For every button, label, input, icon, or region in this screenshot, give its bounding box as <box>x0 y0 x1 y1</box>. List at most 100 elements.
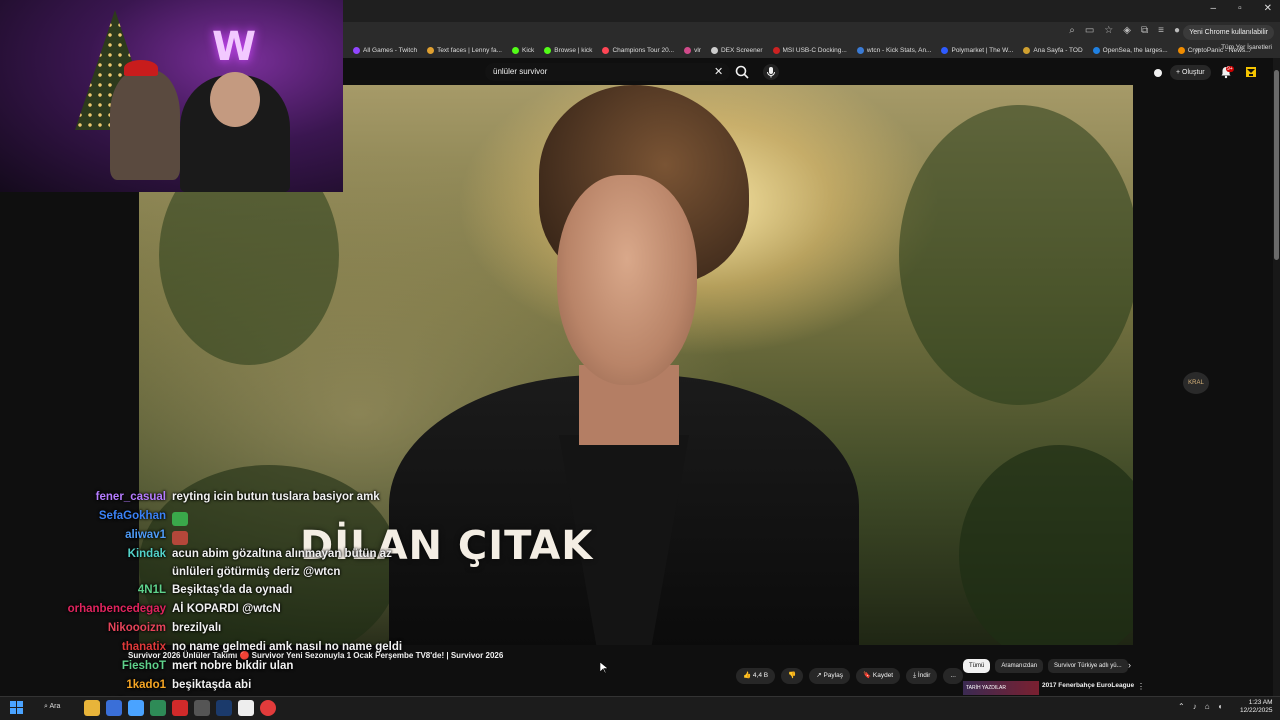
bookmark-item[interactable]: MSI USB-C Docking... <box>772 46 847 54</box>
chevron-right-icon[interactable]: › <box>1128 660 1131 670</box>
tray-chevron-icon[interactable]: ⌃ <box>1178 702 1185 711</box>
zoom-icon[interactable]: ⌕ <box>1069 25 1075 36</box>
chat-message: FieshoT mert nobre bıkdir ulan <box>0 660 600 678</box>
taskbar-app-icon[interactable] <box>106 700 122 716</box>
chat-message: orhanbencedegay Aİ KOPARDI @wtcN <box>0 603 600 621</box>
bookmark-favicon-icon <box>511 46 519 54</box>
side-badge-icon[interactable]: KRAL <box>1183 372 1209 394</box>
mic-icon[interactable] <box>763 64 779 80</box>
taskbar-app-icon[interactable] <box>260 700 276 716</box>
channel-avatar-icon[interactable] <box>1245 66 1257 78</box>
bookmark-favicon-icon <box>427 46 435 54</box>
profile-avatar-icon[interactable]: ● <box>1174 25 1180 36</box>
chat-username[interactable]: orhanbencedegay <box>0 603 166 615</box>
chat-username[interactable]: aliwav1 <box>0 529 166 541</box>
bookmark-item[interactable]: OpenSea, the larges... <box>1092 46 1168 54</box>
bookmark-label: Browse | kick <box>554 46 593 54</box>
taskbar-app-icon[interactable] <box>150 700 166 716</box>
neon-logo: W <box>212 24 257 70</box>
extension-icon[interactable]: ◈ <box>1123 25 1131 36</box>
bookmark-item[interactable]: DEX Screener <box>710 46 763 54</box>
chat-username[interactable]: thanatix <box>0 641 166 653</box>
download-button[interactable]: ⤓ İndir <box>906 668 938 684</box>
bookmark-label: Ana Sayfa - TOD <box>1033 46 1083 54</box>
chat-message: aliwav1 <box>0 529 600 547</box>
star-icon[interactable]: ☆ <box>1104 25 1113 36</box>
cast-icon[interactable]: ▭ <box>1085 25 1094 36</box>
minimize-icon[interactable]: – <box>1211 3 1217 14</box>
bookmark-label: DEX Screener <box>720 46 763 54</box>
network-icon[interactable]: ⌂ <box>1205 702 1210 711</box>
like-button[interactable]: 👍 4,4 B <box>736 668 776 684</box>
cast-lock-icon[interactable] <box>1152 67 1164 79</box>
chrome-update-button[interactable]: Yeni Chrome kullanılabilir <box>1183 25 1274 40</box>
bookmark-item[interactable]: wtcn - Kick Stats, An... <box>856 46 931 54</box>
bookmark-item[interactable]: All Games - Twitch <box>353 46 417 54</box>
chat-message: thanatix no name gelmedi amk nasıl no nam… <box>0 641 600 659</box>
scrollbar-thumb[interactable] <box>1274 70 1279 260</box>
bookmark-label: Champions Tour 20... <box>612 46 675 54</box>
bookmark-item[interactable]: Kick <box>511 46 535 54</box>
create-label: Oluştur <box>1182 69 1205 76</box>
extensions-puzzle-icon[interactable]: ⧉ <box>1141 25 1148 36</box>
recommendation-thumbnail[interactable]: TARİH YAZDILAR <box>963 681 1039 695</box>
bookmark-favicon-icon <box>602 46 610 54</box>
chat-username[interactable]: FieshoT <box>0 660 166 672</box>
file-explorer-icon[interactable] <box>84 700 100 716</box>
system-tray: ⌃ ♪ ⌂ ◖ <box>1178 702 1222 711</box>
taskbar-app-icon[interactable] <box>238 700 254 716</box>
streamer-head <box>210 72 260 127</box>
recommendation-title[interactable]: 2017 Fenerbahçe EuroLeague <box>1042 682 1134 689</box>
chat-username[interactable]: 1kado1 <box>0 679 166 691</box>
close-icon[interactable]: ✕ <box>1264 3 1272 14</box>
chat-username[interactable]: Nikoooizm <box>0 622 166 634</box>
taskbar-app-icon[interactable] <box>172 700 188 716</box>
save-button[interactable]: 🔖 Kaydet <box>855 668 901 684</box>
chat-text: ünlüleri götürmüş deriz @wtcn <box>172 566 341 578</box>
search-icon[interactable] <box>734 64 750 80</box>
taskbar-app-icon[interactable] <box>194 700 210 716</box>
mic-tray-icon[interactable]: ♪ <box>1193 702 1197 711</box>
bookmarks-overflow-icon[interactable]: » <box>1196 45 1200 54</box>
bookmark-label: MSI USB-C Docking... <box>782 46 847 54</box>
bookmark-item[interactable]: Champions Tour 20... <box>602 46 675 54</box>
filter-chip[interactable]: Survivor Türkiye adlı yü... <box>1048 659 1128 673</box>
chat-username[interactable]: SefaGokhan <box>0 510 166 522</box>
foliage <box>899 105 1133 405</box>
chat-username[interactable]: 4N1L <box>0 584 166 596</box>
bookmark-favicon-icon <box>684 46 692 54</box>
search-query[interactable]: ünlüler survivor <box>493 67 547 76</box>
more-actions-button[interactable]: ... <box>943 668 963 684</box>
taskbar-search[interactable]: ⌕ Ara <box>44 703 60 711</box>
bookmark-item[interactable]: Browse | kick <box>544 46 593 54</box>
filter-chip[interactable]: Tümü <box>963 659 991 673</box>
bookmark-item[interactable]: Ana Sayfa - TOD <box>1023 46 1083 54</box>
bookmark-label: vlr <box>694 46 701 54</box>
create-button[interactable]: + Oluştur <box>1170 65 1211 80</box>
recommendation-menu-icon[interactable]: ⋮ <box>1137 682 1145 691</box>
like-count: 4,4 B <box>752 672 769 679</box>
taskbar-clock[interactable]: 1:23 AM 12/22/2025 <box>1240 699 1273 715</box>
bookmark-label: Kick <box>521 46 535 54</box>
bookmark-item[interactable]: Text faces | Lenny fa... <box>427 46 502 54</box>
chat-text: beşiktaşda abi <box>172 679 252 691</box>
steam-icon[interactable] <box>216 700 232 716</box>
taskbar-app-icon[interactable] <box>128 700 144 716</box>
bookmarks-bar: All Games - Twitch Text faces | Lenny fa.… <box>343 42 1280 58</box>
bookmark-item[interactable]: vlr <box>684 46 701 54</box>
maximize-icon[interactable]: ▫ <box>1238 3 1242 14</box>
share-button[interactable]: ↗ Paylaş <box>809 668 850 684</box>
volume-icon[interactable]: ◖ <box>1218 702 1223 711</box>
chat-message: 4N1L Beşiktaş'da da oynadı <box>0 584 600 602</box>
chat-message: Kindak acun abim gözaltına alınmayan bütü… <box>0 548 600 566</box>
chat-username[interactable]: fener_casual <box>0 491 166 503</box>
filter-chip[interactable]: Aramanızdan <box>995 659 1044 673</box>
foliage <box>959 445 1133 645</box>
all-bookmarks-button[interactable]: Tüm Yer İşaretleri <box>1221 44 1272 51</box>
chat-username[interactable]: Kindak <box>0 548 166 560</box>
bookmark-item[interactable]: Polymarket | The W... <box>941 46 1013 54</box>
dislike-button[interactable]: 👎 <box>781 668 804 684</box>
media-icon[interactable]: ≡ <box>1158 25 1164 36</box>
windows-start-icon[interactable] <box>10 701 23 714</box>
clear-search-icon[interactable]: ✕ <box>714 65 723 78</box>
